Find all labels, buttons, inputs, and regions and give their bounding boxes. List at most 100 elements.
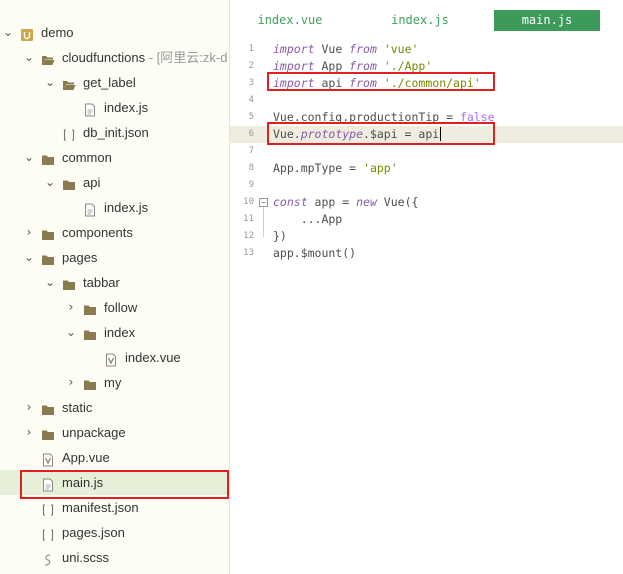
tree-item-unpackage[interactable]: › unpackage	[0, 420, 229, 445]
folder-icon	[62, 275, 76, 290]
code-line[interactable]: 5 Vue.config.productionTip = false	[230, 109, 623, 126]
code-line[interactable]: 11 ...App	[230, 211, 623, 228]
tree-item-app-vue[interactable]: App.vue	[0, 445, 229, 470]
code-token: .$api = api	[363, 127, 440, 141]
tree-item-components[interactable]: › components	[0, 220, 229, 245]
chevron-down-icon[interactable]: ⌄	[22, 45, 36, 70]
project-icon	[20, 25, 34, 41]
tree-item-index-js[interactable]: index.js	[0, 195, 229, 220]
tree-item-label: App.vue	[62, 450, 110, 465]
chevron-down-icon[interactable]: ⌄	[22, 245, 36, 270]
tree-item-label: static	[62, 400, 93, 415]
js-file-icon	[41, 475, 55, 492]
tree-item-api[interactable]: ⌄ api	[0, 170, 229, 195]
folder-icon	[41, 225, 55, 240]
line-number: 13	[243, 248, 254, 258]
tree-item-label: index.js	[104, 200, 149, 215]
code-token: app =	[307, 195, 357, 209]
code-line[interactable]: 4	[230, 92, 623, 109]
code-token: from	[349, 59, 377, 73]
folder-icon	[62, 175, 76, 190]
code-line[interactable]: 13 app.$mount()	[230, 245, 623, 262]
code-text: ...App	[273, 211, 343, 228]
chevron-down-icon[interactable]: ⌄	[43, 270, 57, 295]
tree-item-cloudfunctions[interactable]: ⌄ cloudfunctions - [阿里云:zk-d	[0, 45, 229, 70]
tree-item-label: components	[62, 225, 133, 240]
code-token: App	[314, 59, 350, 73]
code-text: const app = new Vue({	[273, 194, 418, 211]
code-token: prototype	[300, 127, 364, 141]
code-line[interactable]: 6 Vue.prototype.$api = api	[230, 126, 623, 143]
line-number: 12	[243, 231, 254, 241]
tree-item-db-init-json[interactable]: db_init.json	[0, 120, 229, 145]
tree-item-demo[interactable]: ⌄ demo	[0, 20, 229, 45]
tree-item-index[interactable]: ⌄ index	[0, 320, 229, 345]
tree-item-my[interactable]: › my	[0, 370, 229, 395]
code-text: App.mpType = 'app'	[273, 160, 398, 177]
code-line[interactable]: 7	[230, 143, 623, 160]
line-number: 5	[248, 112, 254, 122]
line-number: 2	[248, 61, 254, 71]
code-line[interactable]: 2 import App from './App'	[230, 58, 623, 75]
tree-item-index-js[interactable]: index.js	[0, 95, 229, 120]
tree-item-label: uni.scss	[62, 550, 109, 565]
tree-item-index-vue[interactable]: index.vue	[0, 345, 229, 370]
json-file-icon	[41, 525, 55, 541]
chevron-down-icon[interactable]: ⌄	[43, 170, 57, 195]
vue-file-icon	[41, 450, 55, 467]
tree-item-pages[interactable]: ⌄ pages	[0, 245, 229, 270]
tab-index-vue[interactable]: index.vue	[240, 10, 340, 31]
line-number: 4	[248, 95, 254, 105]
code-editor[interactable]: index.vue index.js main.js 1 import Vue fro…	[230, 0, 623, 574]
js-file-icon	[83, 100, 97, 117]
code-line[interactable]: 3 import api from './common/api'	[230, 75, 623, 92]
line-number: 7	[248, 146, 254, 156]
chevron-right-icon[interactable]: ›	[64, 370, 78, 395]
code-token: Vue.config.productionTip =	[273, 110, 460, 124]
folder-open-icon	[62, 75, 76, 90]
tree-item-label-group: cloudfunctions - [阿里云:zk-d	[62, 45, 227, 70]
chevron-right-icon[interactable]: ›	[22, 395, 36, 420]
code-token: new	[356, 195, 377, 209]
tab-index-js[interactable]: index.js	[370, 10, 470, 31]
line-number: 11	[243, 214, 254, 224]
vue-file-icon	[104, 350, 118, 367]
chevron-down-icon[interactable]: ⌄	[43, 70, 57, 95]
tree-item-static[interactable]: › static	[0, 395, 229, 420]
tree-item-tabbar[interactable]: ⌄ tabbar	[0, 270, 229, 295]
code-line[interactable]: 10− const app = new Vue({	[230, 194, 623, 211]
tree-item-pages-json[interactable]: pages.json	[0, 520, 229, 545]
chevron-right-icon[interactable]: ›	[22, 220, 36, 245]
chevron-right-icon[interactable]: ›	[64, 295, 78, 320]
text-cursor	[440, 127, 441, 141]
json-file-icon	[41, 500, 55, 516]
chevron-down-icon[interactable]: ⌄	[64, 320, 78, 345]
tree-item-get-label[interactable]: ⌄ get_label	[0, 70, 229, 95]
tree-item-follow[interactable]: › follow	[0, 295, 229, 320]
tree-item-label: index.js	[104, 100, 149, 115]
chevron-right-icon[interactable]: ›	[22, 420, 36, 445]
code-token: const	[273, 195, 308, 209]
code-token: import	[273, 42, 315, 56]
tree-item-label: follow	[104, 300, 138, 315]
code-token: 'app'	[363, 161, 398, 175]
tree-item-manifest-json[interactable]: manifest.json	[0, 495, 229, 520]
code-text: import App from './App'	[273, 58, 432, 75]
line-number: 6	[248, 129, 254, 139]
fold-toggle-icon[interactable]: −	[259, 198, 268, 207]
tab-main-js[interactable]: main.js	[494, 10, 600, 31]
tree-item-label: main.js	[62, 475, 104, 490]
chevron-down-icon[interactable]: ⌄	[22, 145, 36, 170]
tree-item-common[interactable]: ⌄ common	[0, 145, 229, 170]
tree-item-label: manifest.json	[62, 500, 139, 515]
tree-item-uni-scss[interactable]: uni.scss	[0, 545, 229, 570]
code-line[interactable]: 9	[230, 177, 623, 194]
chevron-down-icon[interactable]: ⌄	[1, 20, 15, 45]
code-line[interactable]: 8 App.mpType = 'app'	[230, 160, 623, 177]
code-line[interactable]: 12})	[230, 228, 623, 245]
code-token: app.$mount()	[273, 246, 357, 260]
code-line[interactable]: 1 import Vue from 'vue'	[230, 41, 623, 58]
tree-item-main-js[interactable]: main.js	[0, 470, 229, 495]
